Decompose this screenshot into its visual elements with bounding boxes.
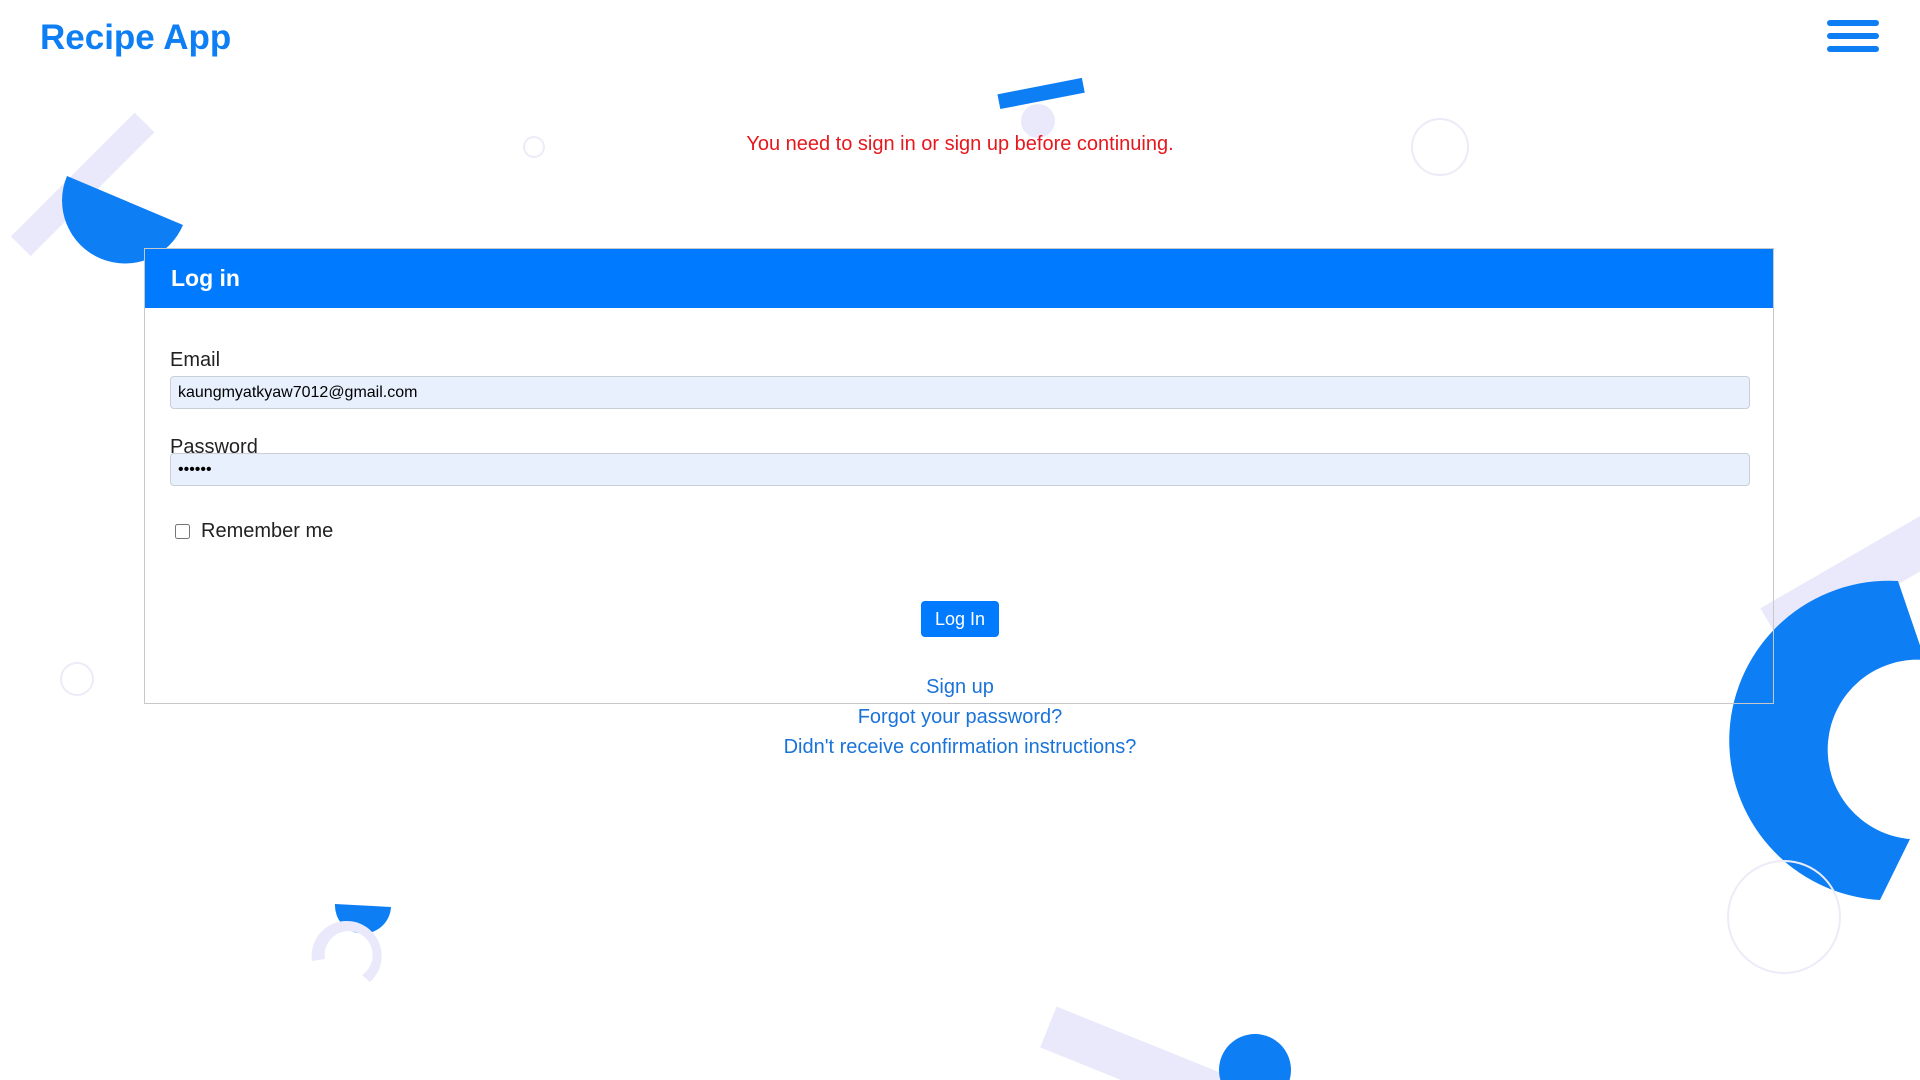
decor-bar-top-center	[997, 77, 1085, 110]
sign-up-link[interactable]: Sign up	[145, 672, 1775, 702]
decor-ring-left	[60, 662, 94, 696]
brand-logo-link[interactable]: Recipe App	[40, 18, 231, 58]
flash-alert: You need to sign in or sign up before co…	[746, 133, 1174, 155]
email-field[interactable]	[170, 376, 1750, 409]
decor-bar-right	[1760, 478, 1920, 650]
menu-bar	[1827, 46, 1879, 52]
hamburger-menu-icon[interactable]	[1827, 18, 1879, 54]
password-field[interactable]	[170, 453, 1750, 486]
decor-bar-bottom	[1040, 1006, 1270, 1080]
decor-ring-bottom-right	[1727, 860, 1841, 974]
remember-me-label[interactable]: Remember me	[201, 520, 333, 543]
remember-me-row: Remember me	[175, 520, 333, 543]
decor-circle-bottom	[1219, 1034, 1291, 1080]
login-page: Recipe App You need to sign in or sign u…	[0, 0, 1920, 1080]
menu-bar	[1827, 20, 1879, 26]
email-label: Email	[170, 349, 221, 371]
menu-bar	[1827, 33, 1879, 39]
login-button[interactable]: Log In	[921, 601, 999, 637]
decor-arc-bottom-left	[311, 920, 382, 982]
confirmation-instructions-link[interactable]: Didn't receive confirmation instructions…	[145, 732, 1775, 762]
card-header: Log in	[145, 249, 1773, 308]
auth-links: Sign up Forgot your password? Didn't rec…	[145, 672, 1775, 762]
forgot-password-link[interactable]: Forgot your password?	[145, 702, 1775, 732]
decor-half-circle-bottom-left	[334, 904, 391, 934]
remember-me-checkbox[interactable]	[175, 524, 190, 539]
login-card: Log in Email Password Remember me Log In…	[144, 248, 1774, 758]
